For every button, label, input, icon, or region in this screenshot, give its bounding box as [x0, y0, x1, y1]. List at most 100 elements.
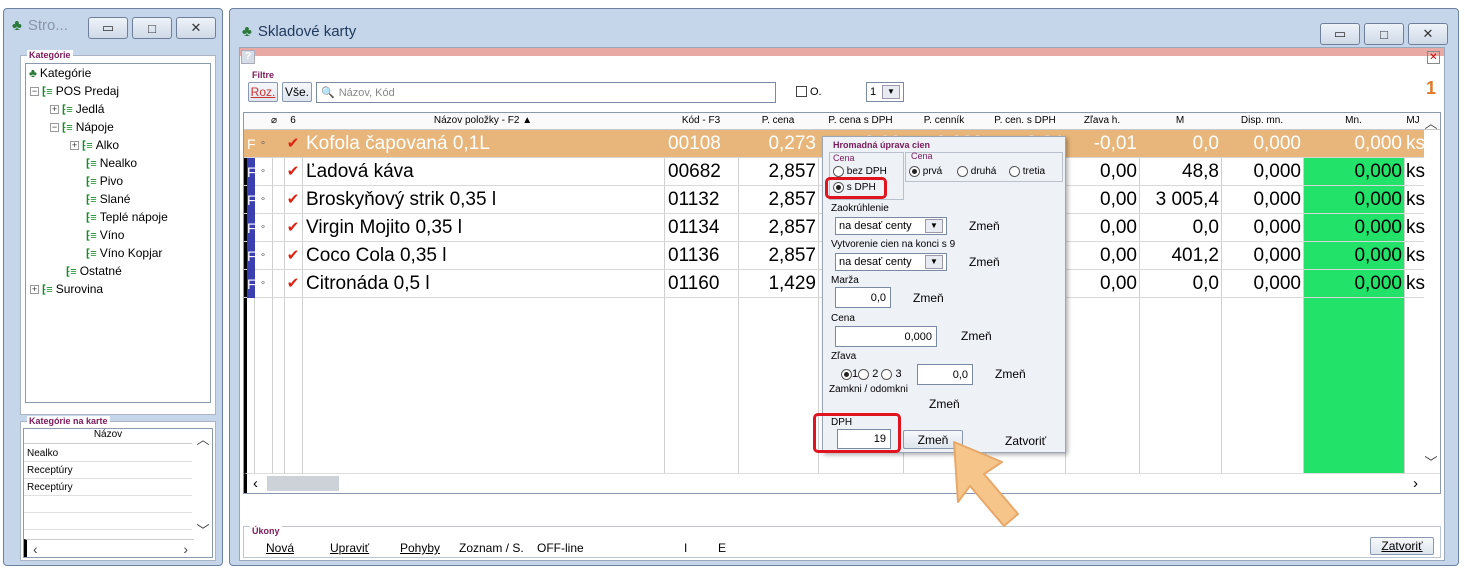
col-header-m[interactable]: M [1139, 115, 1221, 126]
minimize-button[interactable]: ▭ [1320, 23, 1360, 45]
radio-prva[interactable]: prvá [909, 166, 942, 177]
search-input[interactable]: 🔍 Názov, Kód [316, 82, 776, 103]
maximize-button[interactable]: □ [1364, 23, 1404, 45]
col-header-price[interactable]: P. cena [738, 115, 818, 126]
scroll-right-icon[interactable]: › [1413, 475, 1418, 492]
action-offline[interactable]: OFF-line [537, 541, 584, 555]
vse-button[interactable]: Vše. [282, 82, 312, 102]
list-item[interactable]: Nealko [24, 445, 192, 462]
collapse-icon[interactable]: − [50, 122, 59, 132]
collapse-icon[interactable]: − [30, 86, 39, 96]
discount-change-button[interactable]: Zmeň [995, 367, 1026, 381]
action-new[interactable]: Nová [266, 541, 294, 555]
radio-druha[interactable]: druhá [957, 166, 996, 177]
horizontal-scrollbar[interactable]: ‹ › [244, 473, 1440, 493]
scroll-down-icon[interactable]: ﹀ [1422, 452, 1440, 471]
list-item[interactable]: Receptúry [24, 462, 192, 479]
tree-item-vino-kopjar[interactable]: ⁅≡ Víno Kopjar [86, 246, 162, 260]
col-header-6[interactable]: 6 [286, 115, 300, 126]
close-button[interactable]: ✕ [176, 17, 216, 39]
cell-discount: 0,00 [1100, 273, 1137, 294]
col-header-list-price-vat[interactable]: P. cen. s DPH [985, 115, 1065, 126]
tree-item-pivo[interactable]: ⁅≡ Pivo [86, 174, 123, 188]
discount-options[interactable]: 1 2 3 [841, 368, 902, 380]
pin-icon[interactable]: ✕ [1427, 51, 1440, 64]
checkmark-icon[interactable]: ✔ [285, 186, 301, 214]
tree-item-napoje[interactable]: − ⁅≡ Nápoje [50, 120, 114, 134]
tree-item-ostatne[interactable]: ⁅≡ Ostatné [66, 264, 122, 278]
tree-item-kategorie[interactable]: ♣ Kategórie [29, 66, 91, 80]
col-header-name[interactable]: Názov položky - F2 ▲ [302, 115, 664, 126]
chevron-down-icon: ▼ [882, 85, 900, 99]
tree-item-alko[interactable]: + ⁅≡ Alko [70, 138, 119, 152]
col-header-disp[interactable]: Disp. mn. [1221, 115, 1303, 126]
checkmark-icon[interactable]: ✔ [285, 270, 301, 298]
price-change-button[interactable]: Zmeň [961, 329, 992, 343]
action-i[interactable]: I [684, 541, 687, 555]
scroll-thumb[interactable] [267, 476, 339, 491]
checkmark-icon[interactable]: ✔ [285, 242, 301, 270]
action-movements[interactable]: Pohyby [400, 541, 440, 555]
radio-tretia[interactable]: tretia [1009, 166, 1045, 177]
price-label: Cena [831, 313, 855, 324]
page-select[interactable]: 1 ▼ [866, 82, 904, 102]
margin-input[interactable]: 0,0 [835, 287, 891, 308]
scroll-left-icon[interactable]: ‹ [33, 541, 38, 557]
rounding-change-button[interactable]: Zmeň [969, 219, 1000, 233]
price-input[interactable]: 0,000 [835, 326, 937, 347]
tree-item-vino[interactable]: ⁅≡ Víno [86, 228, 124, 242]
minimize-button[interactable]: ▭ [88, 17, 128, 39]
tree-item-pos-predaj[interactable]: − ⁅≡ POS Predaj [30, 84, 119, 98]
col-header-discount[interactable]: Zľava h. [1065, 115, 1139, 126]
maximize-button[interactable]: □ [132, 17, 172, 39]
vertical-scrollbar[interactable]: ︿ ﹀ [1422, 113, 1440, 473]
cell-code: 01136 [668, 245, 720, 266]
checkmark-icon[interactable]: ✔ [285, 214, 301, 242]
discount-input[interactable]: 0,0 [917, 364, 973, 385]
action-e[interactable]: E [718, 541, 726, 555]
vertical-scrollbar[interactable]: ︿ ﹀ [194, 429, 212, 539]
expand-icon[interactable]: + [30, 284, 39, 294]
tree-item-surovina[interactable]: + ⁅≡ Surovina [30, 282, 103, 296]
scroll-right-icon[interactable]: › [183, 541, 188, 557]
price-nine-change-button[interactable]: Zmeň [969, 255, 1000, 269]
lock-change-button[interactable]: Zmeň [929, 397, 960, 411]
col-header-unit[interactable]: MJ [1404, 115, 1422, 126]
row-marker: F [247, 270, 255, 298]
help-icon[interactable]: ? [241, 50, 255, 64]
col-header-qty[interactable]: Mn. [1303, 115, 1404, 126]
rounding-select[interactable]: na desať centy ▼ [835, 217, 947, 235]
horizontal-scrollbar[interactable]: ‹ › [24, 539, 194, 557]
tree-item-jedla[interactable]: + ⁅≡ Jedlá [50, 102, 104, 116]
expand-icon[interactable]: + [50, 104, 59, 114]
tree-item-nealko[interactable]: ⁅≡ Nealko [86, 156, 137, 170]
category-tree[interactable]: ♣ Kategórie − ⁅≡ POS Predaj + ⁅≡ Jedlá − ⁅≡ Náp… [25, 63, 211, 403]
checkbox-o[interactable] [796, 86, 807, 97]
close-window-button[interactable]: Zatvoriť [1370, 537, 1434, 555]
price-type-label: Cena [833, 153, 855, 163]
price-nine-select[interactable]: na desať centy ▼ [835, 253, 947, 271]
list-item[interactable]: Receptúry [24, 479, 192, 496]
tree-item-teple-napoje[interactable]: ⁅≡ Teplé nápoje [86, 210, 168, 224]
col-header-code[interactable]: Kód - F3 [664, 115, 738, 126]
expand-icon[interactable]: + [70, 140, 79, 150]
close-button[interactable]: ✕ [1408, 23, 1448, 45]
scroll-up-icon[interactable]: ︿ [1422, 113, 1440, 132]
tree-item-slane[interactable]: ⁅≡ Slané [86, 192, 130, 206]
popup-title: Hromadná úprava cien [833, 140, 931, 150]
col-header-list-price[interactable]: P. cenník [903, 115, 985, 126]
action-edit[interactable]: Upraviť [330, 541, 369, 555]
checkmark-icon[interactable]: ✔ [285, 158, 301, 186]
card-categories-list[interactable]: Názov Nealko Receptúry Receptúry ︿ ﹀ ‹ › [23, 428, 213, 558]
action-list[interactable]: Zoznam / S. [459, 541, 524, 555]
col-header-price-vat[interactable]: P. cena s DPH [818, 115, 903, 126]
scroll-up-icon[interactable]: ︿ [194, 429, 212, 448]
roz-button[interactable]: Roz. [248, 82, 278, 102]
scroll-down-icon[interactable]: ﹀ [194, 520, 212, 539]
checkmark-icon[interactable]: ✔ [285, 130, 301, 158]
app-icon: ♣ [12, 17, 22, 34]
radio-bez-dph[interactable]: bez DPH [833, 166, 887, 177]
categories-group: Kategórie ♣ Kategórie − ⁅≡ POS Predaj + ⁅≡ Je… [20, 50, 216, 415]
scroll-left-icon[interactable]: ‹ [253, 475, 258, 492]
margin-change-button[interactable]: Zmeň [913, 291, 944, 305]
